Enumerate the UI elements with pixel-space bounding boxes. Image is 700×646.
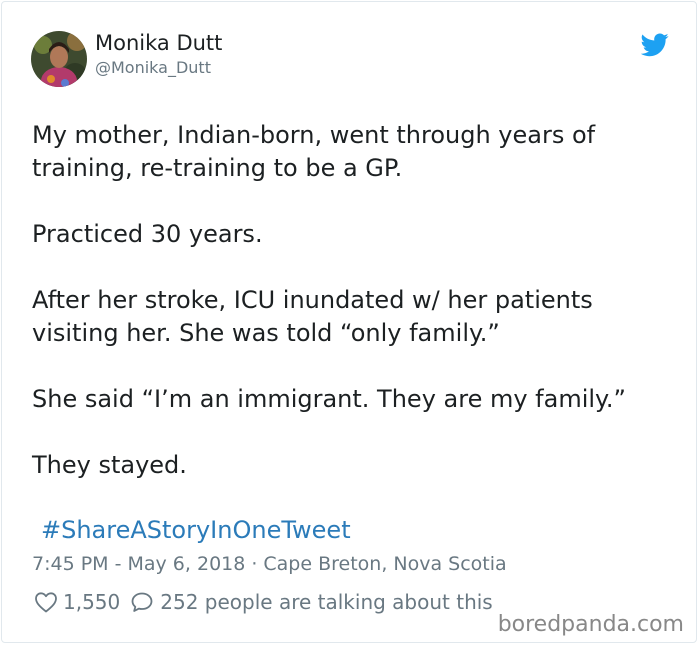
hashtag-link[interactable]: #ShareAStoryInOneTweet (41, 516, 351, 544)
tweet-text: My mother, Indian-born, went through yea… (32, 119, 672, 482)
tweet-paragraph: After her stroke, ICU inundated w/ her p… (32, 286, 593, 347)
heart-icon[interactable] (34, 591, 58, 613)
tweet-paragraph: Practiced 30 years. (32, 220, 263, 248)
avatar[interactable] (31, 31, 87, 87)
tweet-actions: 1,550 252 people are talking about this (34, 590, 493, 614)
speech-bubble-icon[interactable] (130, 591, 154, 613)
tweet-paragraph: They stayed. (32, 451, 187, 479)
watermark: boredpanda.com (497, 612, 684, 637)
like-count[interactable]: 1,550 (63, 590, 120, 614)
tweet-paragraph: My mother, Indian-born, went through yea… (32, 121, 596, 182)
location-link[interactable]: Cape Breton, Nova Scotia (263, 553, 506, 575)
twitter-bird-icon[interactable] (640, 33, 669, 57)
author-handle[interactable]: @Monika_Dutt (95, 58, 211, 77)
meta-separator: · (251, 553, 258, 575)
tweet-meta: 7:45 PM - May 6, 2018 · Cape Breton, Nova … (32, 553, 507, 575)
tweet-paragraph: She said “I’m an immigrant. They are my … (32, 385, 626, 413)
reply-count[interactable]: 252 people are talking about this (160, 590, 492, 614)
author-name[interactable]: Monika Dutt (95, 31, 222, 55)
timestamp-link[interactable]: 7:45 PM - May 6, 2018 (32, 553, 245, 575)
